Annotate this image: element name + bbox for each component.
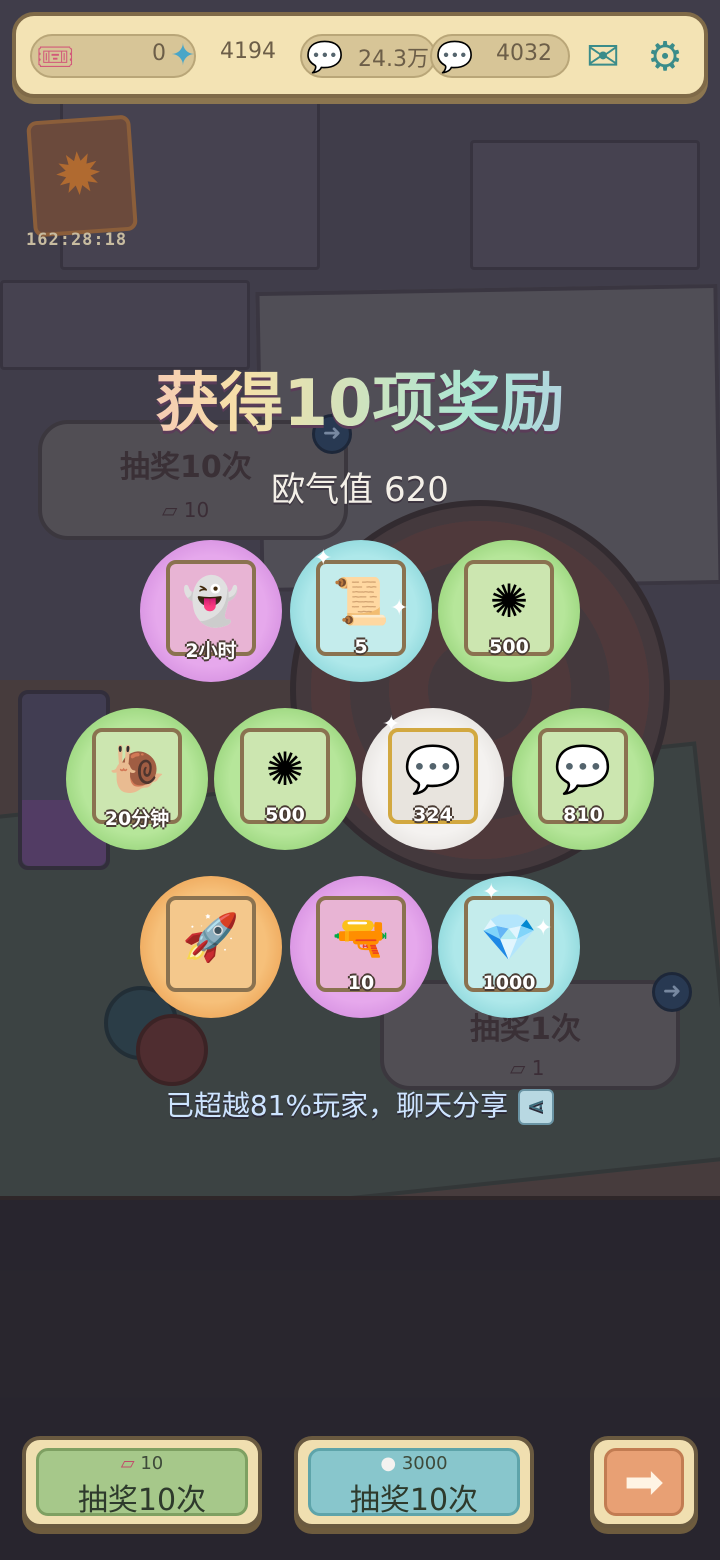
draw10-soul-cost-value: 3000 — [401, 1453, 448, 1474]
mail-icon[interactable]: ✉ — [576, 30, 630, 84]
reward-qty: 20分钟 — [104, 808, 170, 830]
draw10-soul-label: 抽奖10次 — [349, 1483, 479, 1518]
draw10-ticket-label: 抽奖10次 — [77, 1483, 207, 1518]
reward-item[interactable]: 💬 810 — [512, 708, 654, 850]
reward-qty: 5 — [354, 636, 368, 658]
sparkle-icon: ✦ — [534, 916, 553, 941]
resource-bar: 🎟 0 ✦ 4194 💬 24.3万 💬 4032 ✉ ⚙ — [12, 12, 708, 98]
soul-bubble-icon: 💬 — [404, 742, 462, 796]
draw10-ticket-cost: ▱ 10 — [39, 1453, 245, 1474]
ghost-cloak-icon: 👻 — [182, 574, 240, 628]
share-row[interactable]: 已超越81%玩家，聊天分享 ⋖ — [0, 1084, 720, 1125]
reward-item[interactable]: 💎 1000 ✦ ✦ — [438, 876, 580, 1018]
soul-bubble-icon: 💬 — [554, 742, 612, 796]
share-text: 已超越81%玩家，聊天分享 — [165, 1089, 509, 1122]
sparkle-icon: ✦ — [382, 712, 401, 737]
draw10-soul-cost: ● 3000 — [311, 1453, 517, 1474]
reward-qty: 810 — [563, 804, 603, 826]
reward-card: 🚀 — [166, 896, 256, 992]
reward-qty: 10 — [347, 972, 375, 994]
event-badge-icon: ✹ — [51, 138, 105, 210]
reward-item[interactable]: 📜 5 ✦ ✦ — [290, 540, 432, 682]
reward-title: 获得10项奖励 — [0, 352, 720, 444]
reward-item[interactable]: ✺ 500 — [438, 540, 580, 682]
reward-item[interactable]: 👻 2小时 — [140, 540, 282, 682]
draw10-ticket-inner: ▱ 10 抽奖10次 — [36, 1448, 248, 1518]
soul-dark-value: 24.3万 — [358, 47, 429, 72]
reward-item[interactable]: 💬 324 ✦ — [362, 708, 504, 850]
event-card[interactable]: ✹ — [26, 114, 138, 238]
luck-value: 欧气值 620 — [271, 470, 449, 510]
virus-coin-icon: ✺ — [489, 574, 529, 628]
reward-item[interactable]: ✺ 500 — [214, 708, 356, 850]
ticket-icon: ▱ — [120, 1453, 135, 1474]
ticket-icon: 🎟 — [35, 40, 75, 75]
sparkle-icon: ✦ — [314, 546, 333, 571]
soul-dark-icon: 💬 — [306, 40, 344, 75]
rocket-stand-icon: 🚀 — [182, 910, 240, 964]
slug-ghost-icon: 🐌 — [108, 742, 166, 796]
draw10-soul-button[interactable]: ● 3000 抽奖10次 — [294, 1436, 534, 1528]
soul-light-counter: 💬 4032 — [430, 34, 570, 78]
soul-light-icon: 💬 — [436, 40, 474, 75]
soul-light-icon: ● — [380, 1453, 397, 1474]
draw10-soul-inner: ● 3000 抽奖10次 — [308, 1448, 520, 1518]
settings-gear-icon[interactable]: ⚙ — [638, 30, 692, 84]
sparkle-icon: ✦ — [482, 880, 501, 905]
virus-coin-icon: ✺ — [265, 742, 305, 796]
event-timer: 162:28:18 — [26, 230, 128, 250]
gems-counter: 4194 — [202, 34, 292, 78]
reward-qty: 1000 — [482, 972, 536, 994]
arrow-right-icon: ➡ — [604, 1448, 684, 1516]
gem-icon: ✦ — [170, 38, 196, 73]
reward-item[interactable]: 🔫 10 — [290, 876, 432, 1018]
reward-qty: 2小时 — [185, 640, 237, 662]
share-icon[interactable]: ⋖ — [518, 1089, 555, 1125]
soul-dark-counter: 💬 24.3万 — [300, 34, 436, 78]
reward-qty: 500 — [265, 804, 305, 826]
gems-value: 4194 — [220, 39, 276, 64]
next-button[interactable]: ➡ — [590, 1436, 698, 1528]
reward-qty: 500 — [489, 636, 529, 658]
sparkle-icon: ✦ — [390, 596, 409, 621]
reward-item[interactable]: 🚀 — [140, 876, 282, 1018]
draw10-ticket-button[interactable]: ▱ 10 抽奖10次 — [22, 1436, 262, 1528]
soul-light-value: 4032 — [496, 41, 552, 66]
draw10-ticket-cost-value: 10 — [140, 1453, 164, 1474]
reward-item[interactable]: 🐌 20分钟 — [66, 708, 208, 850]
cannon-icon: 🔫 — [332, 910, 390, 964]
reward-qty: 324 — [413, 804, 453, 826]
